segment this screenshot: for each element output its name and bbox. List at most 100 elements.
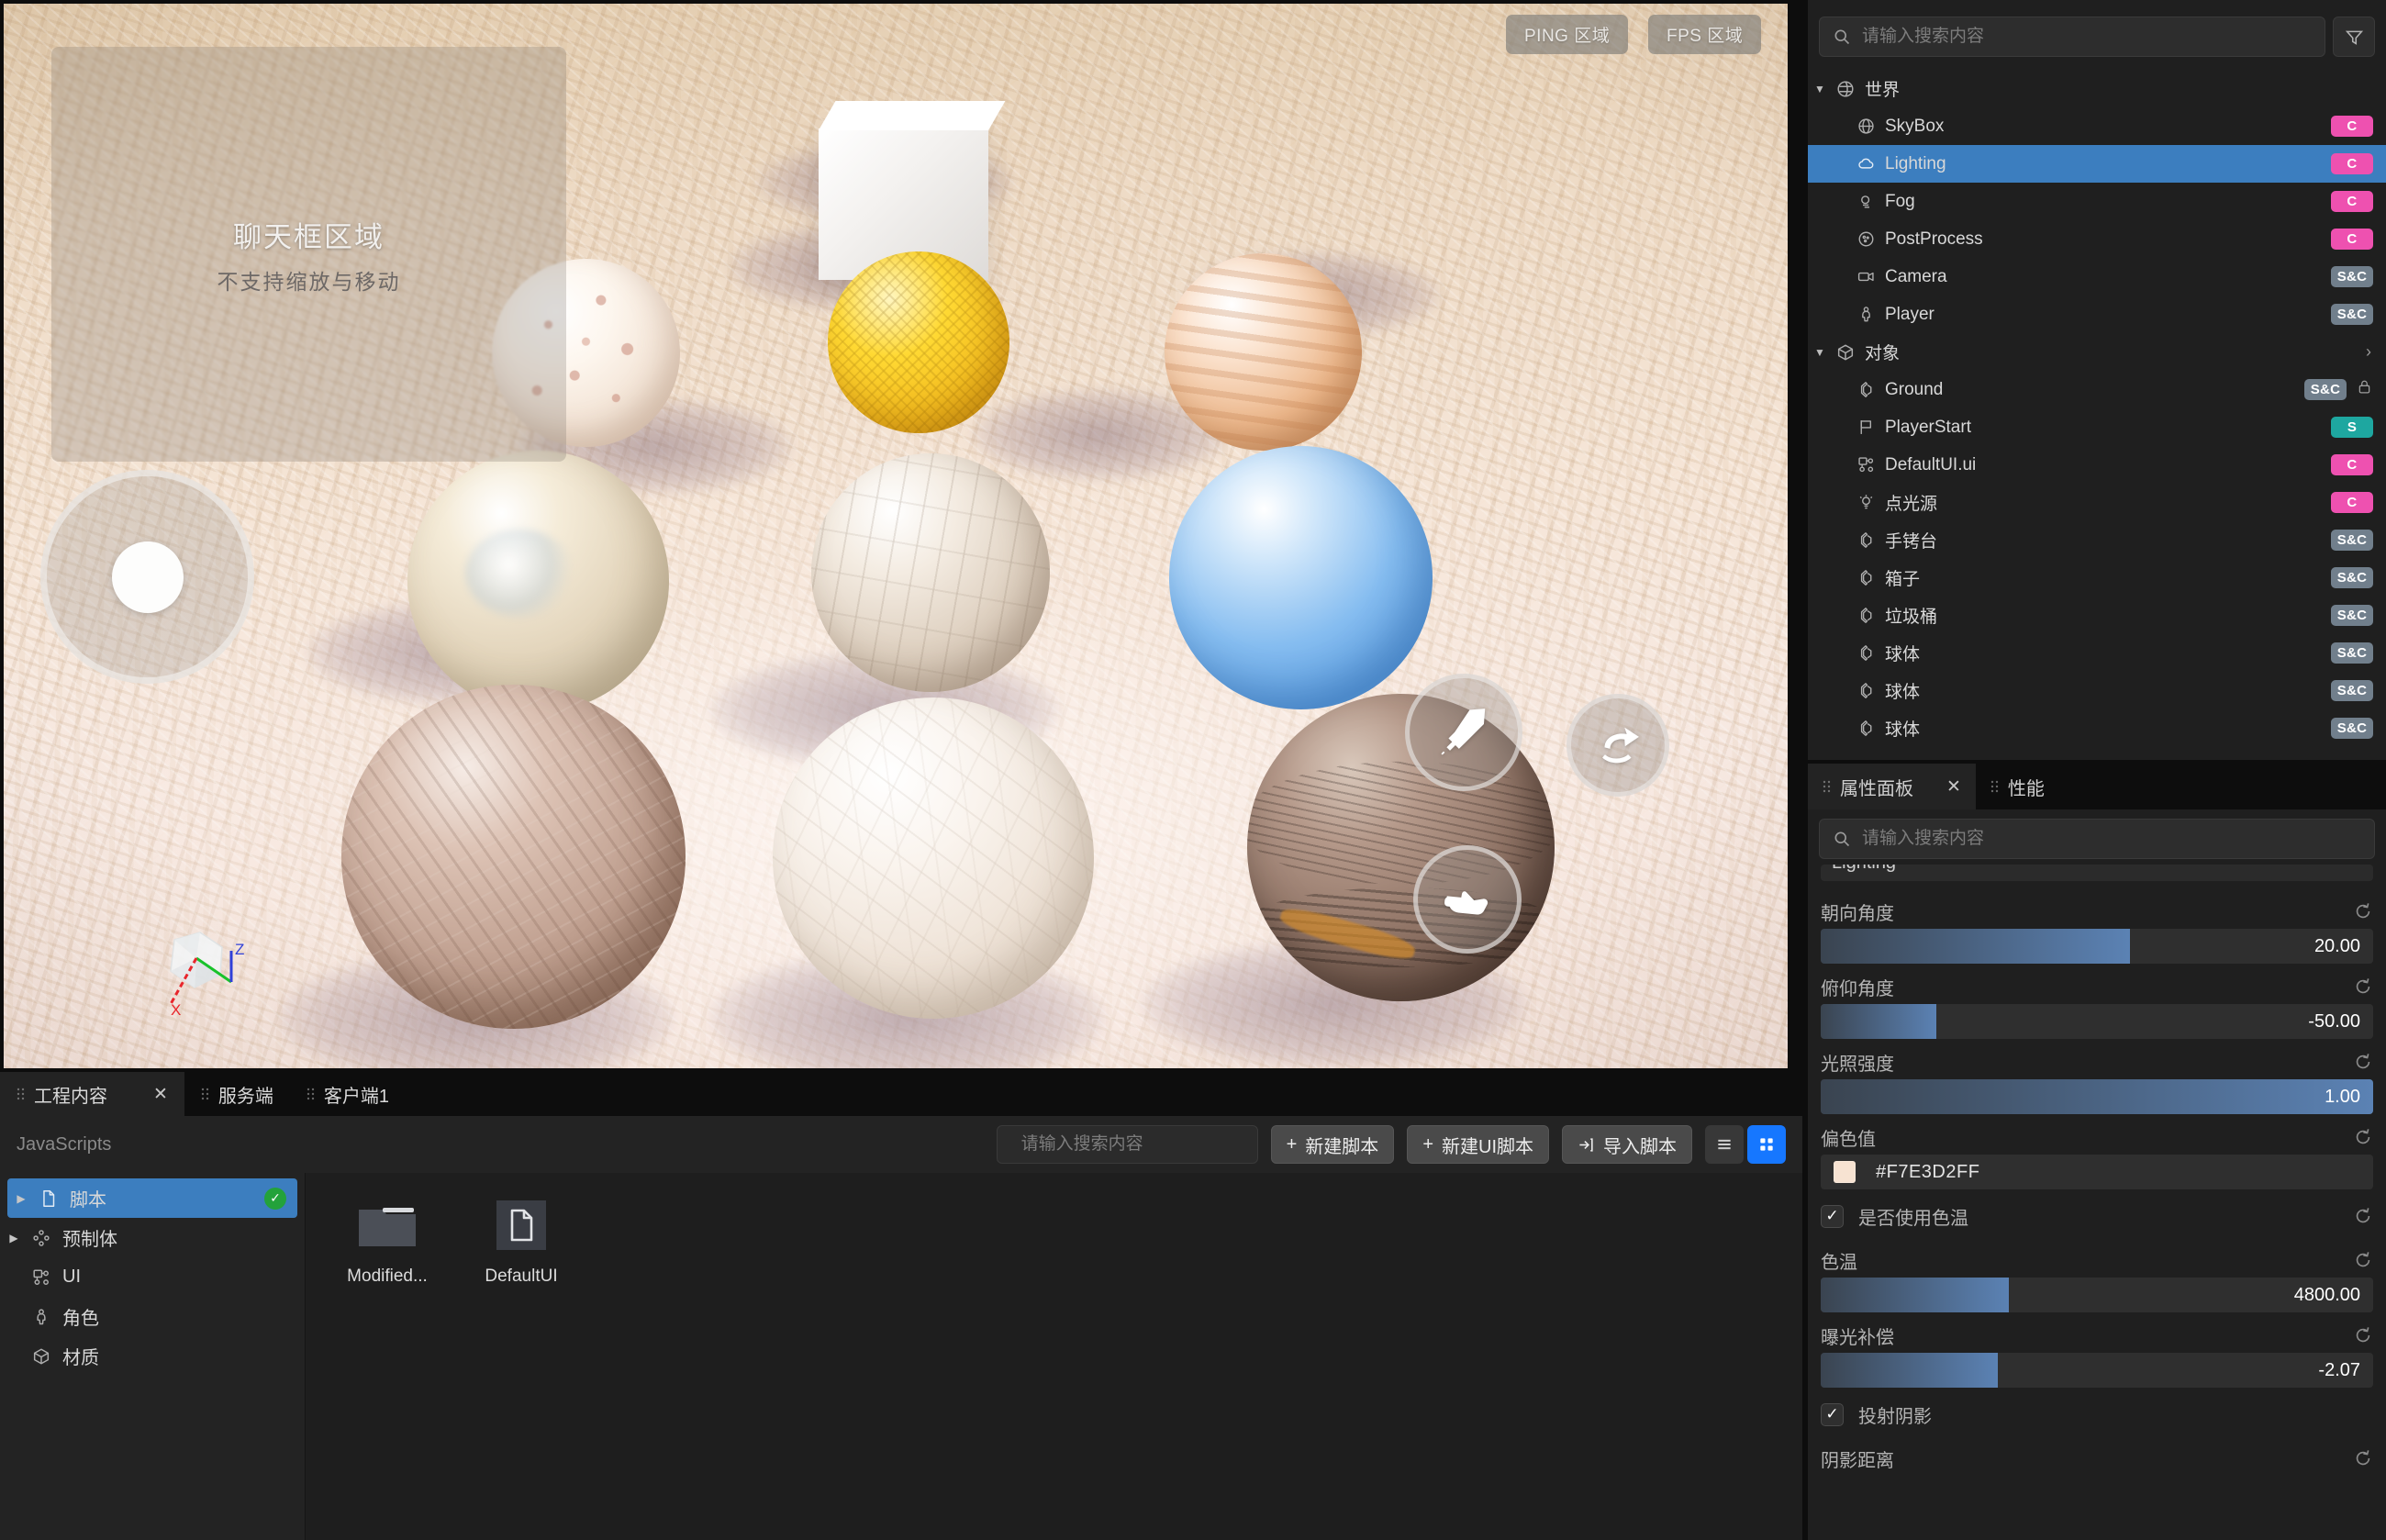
fps-badge: FPS 区域 [1648, 15, 1762, 54]
hierarchy-item-label: 球体 [1885, 720, 1921, 740]
asset-tree-item[interactable]: UI [0, 1257, 305, 1297]
list-view-icon [1718, 1139, 1731, 1150]
hierarchy-item[interactable]: SkyBox C [1808, 107, 2386, 145]
view-mode-toggle[interactable] [1705, 1125, 1786, 1164]
gizmo-z-label: Z [235, 941, 244, 958]
asset-item[interactable]: Modified... [333, 1197, 441, 1287]
player-icon [37, 1308, 46, 1324]
expand-caret-icon[interactable]: ▶ [0, 1232, 28, 1244]
checkbox[interactable]: ✓ [1821, 1402, 1844, 1426]
properties-search[interactable] [1819, 819, 2375, 859]
hierarchy-item-label: 垃圾桶 [1885, 608, 1938, 627]
hierarchy-item[interactable]: Ground S&C [1808, 371, 2386, 408]
property-row: 阴影距离 [1821, 1441, 2373, 1476]
new-ui-script-button[interactable]: + 新建UI脚本 [1407, 1125, 1549, 1164]
hierarchy-search[interactable] [1819, 17, 2325, 57]
asset-tree-item[interactable]: ▶ 预制体 [0, 1218, 305, 1257]
reset-icon[interactable] [2353, 1448, 2373, 1468]
jump-button[interactable] [1567, 694, 1669, 797]
drag-grip-icon [201, 1088, 209, 1100]
properties-search-input[interactable] [1862, 829, 2361, 849]
reset-icon[interactable] [2353, 1325, 2373, 1345]
property-row: 色温 4800.00 [1821, 1243, 2373, 1312]
properties-tab[interactable]: 性能 [1976, 764, 2059, 809]
reset-icon[interactable] [2353, 1127, 2373, 1147]
properties-body[interactable]: Lighting 朝向角度 20.00 俯仰角度 -50.00 光照强度 1.00 偏色值#… [1808, 865, 2386, 1540]
hierarchy-item[interactable]: DefaultUI.ui C [1808, 446, 2386, 484]
expand-caret-icon[interactable]: ▼ [1808, 83, 1832, 95]
grid-view-button[interactable] [1747, 1125, 1786, 1164]
hierarchy-item[interactable]: 球体 S&C [1808, 709, 2386, 747]
attack-button[interactable] [1405, 674, 1522, 791]
properties-object-name-field[interactable]: Lighting [1821, 865, 2373, 881]
project-search-input[interactable] [1020, 1134, 1246, 1155]
interact-button[interactable] [1413, 845, 1522, 954]
new-script-button[interactable]: + 新建脚本 [1270, 1125, 1395, 1164]
hierarchy-item[interactable]: 箱子 S&C [1808, 559, 2386, 597]
scene-viewport[interactable]: PING 区域 FPS 区域 聊天框区域 不支持缩放与移动 X Z [4, 4, 1788, 1068]
hierarchy-item[interactable]: 球体 S&C [1808, 634, 2386, 672]
ui-icon [28, 1267, 55, 1288]
reset-icon[interactable] [2353, 1250, 2373, 1270]
hierarchy-search-input[interactable] [1862, 27, 2312, 47]
asset-tree-item[interactable]: 角色 [0, 1297, 305, 1336]
bottom-tabstrip[interactable]: 工程内容 ✕ 服务端 客户端1 [0, 1072, 1802, 1116]
asset-item[interactable]: DefaultUI [467, 1197, 575, 1287]
hierarchy-item[interactable]: 垃圾桶 S&C [1808, 597, 2386, 634]
hierarchy-tree[interactable]: ▼ 世界 SkyBox C Lighting C Fog C PostProcess C Camer… [1808, 66, 2386, 753]
joystick-knob[interactable] [111, 541, 184, 613]
axis-gizmo[interactable]: X Z [143, 914, 250, 1021]
hierarchy-item[interactable]: Camera S&C [1808, 258, 2386, 296]
hierarchy-item[interactable]: PlayerStart S [1808, 408, 2386, 446]
property-slider[interactable]: 1.00 [1821, 1079, 2373, 1114]
property-slider[interactable]: 20.00 [1821, 929, 2373, 964]
player-icon [1852, 305, 1879, 324]
hierarchy-item[interactable]: Fog C [1808, 183, 2386, 220]
asset-tree-item[interactable]: ▶ 脚本 ✓ [7, 1178, 297, 1218]
project-search[interactable] [996, 1125, 1258, 1164]
hierarchy-item[interactable]: Player S&C [1808, 296, 2386, 333]
material-icon [28, 1346, 55, 1367]
reset-icon[interactable] [2353, 1206, 2373, 1226]
reset-icon[interactable] [2353, 1052, 2373, 1072]
import-script-button[interactable]: 导入脚本 [1562, 1125, 1692, 1164]
color-field[interactable]: #F7E3D2FF [1821, 1155, 2373, 1189]
hierarchy-item[interactable]: 手铐台 S&C [1808, 521, 2386, 559]
property-slider[interactable]: -50.00 [1821, 1004, 2373, 1039]
property-slider[interactable]: 4800.00 [1821, 1278, 2373, 1312]
expand-caret-icon[interactable]: ▶ [7, 1192, 35, 1205]
expand-caret-icon[interactable]: ▼ [1808, 346, 1832, 359]
checkbox[interactable]: ✓ [1821, 1204, 1844, 1228]
properties-tab[interactable]: 属性面板 ✕ [1808, 764, 1976, 809]
close-icon[interactable]: ✕ [153, 1084, 168, 1105]
reset-icon[interactable] [2353, 976, 2373, 997]
hierarchy-item-label: 点光源 [1885, 495, 1938, 514]
hierarchy-item-label: SkyBox [1885, 116, 1945, 136]
asset-grid[interactable]: Modified... DefaultUI [306, 1173, 1802, 1540]
hierarchy-item[interactable]: PostProcess C [1808, 220, 2386, 258]
chevron-right-icon[interactable]: › [2366, 342, 2371, 362]
list-view-button[interactable] [1705, 1125, 1744, 1164]
property-label: 俯仰角度 [1821, 978, 1894, 999]
asset-tree-item[interactable]: 材质 [0, 1336, 305, 1376]
bottom-tab[interactable]: 客户端1 [289, 1072, 407, 1116]
asset-tree-label: 脚本 [70, 1190, 106, 1211]
virtual-joystick[interactable] [40, 470, 254, 684]
hierarchy-item[interactable]: Lighting C [1808, 145, 2386, 183]
hierarchy-filter-button[interactable] [2333, 17, 2375, 57]
properties-tabstrip[interactable]: 属性面板 ✕ 性能 [1808, 764, 2386, 809]
color-swatch[interactable] [1834, 1161, 1856, 1183]
properties-tab-label: 属性面板 [1840, 778, 1913, 799]
reset-icon[interactable] [2353, 901, 2373, 921]
bottom-tab[interactable]: 工程内容 ✕ [0, 1072, 184, 1116]
bottom-tab[interactable]: 服务端 [184, 1072, 290, 1116]
hierarchy-item[interactable]: 球体 S&C [1808, 672, 2386, 709]
hierarchy-group-世界[interactable]: ▼ 世界 [1808, 70, 2386, 107]
chat-box-title: 聊天框区域 [233, 220, 385, 253]
close-icon[interactable]: ✕ [1946, 776, 1961, 798]
hierarchy-group-对象[interactable]: ▼ 对象 › [1808, 333, 2386, 371]
lock-icon[interactable] [2356, 378, 2373, 401]
property-slider[interactable]: -2.07 [1821, 1353, 2373, 1388]
asset-tree[interactable]: ▶ 脚本 ✓ ▶ 预制体 UI 角色 材质 [0, 1173, 306, 1540]
hierarchy-item[interactable]: 点光源 C [1808, 484, 2386, 521]
